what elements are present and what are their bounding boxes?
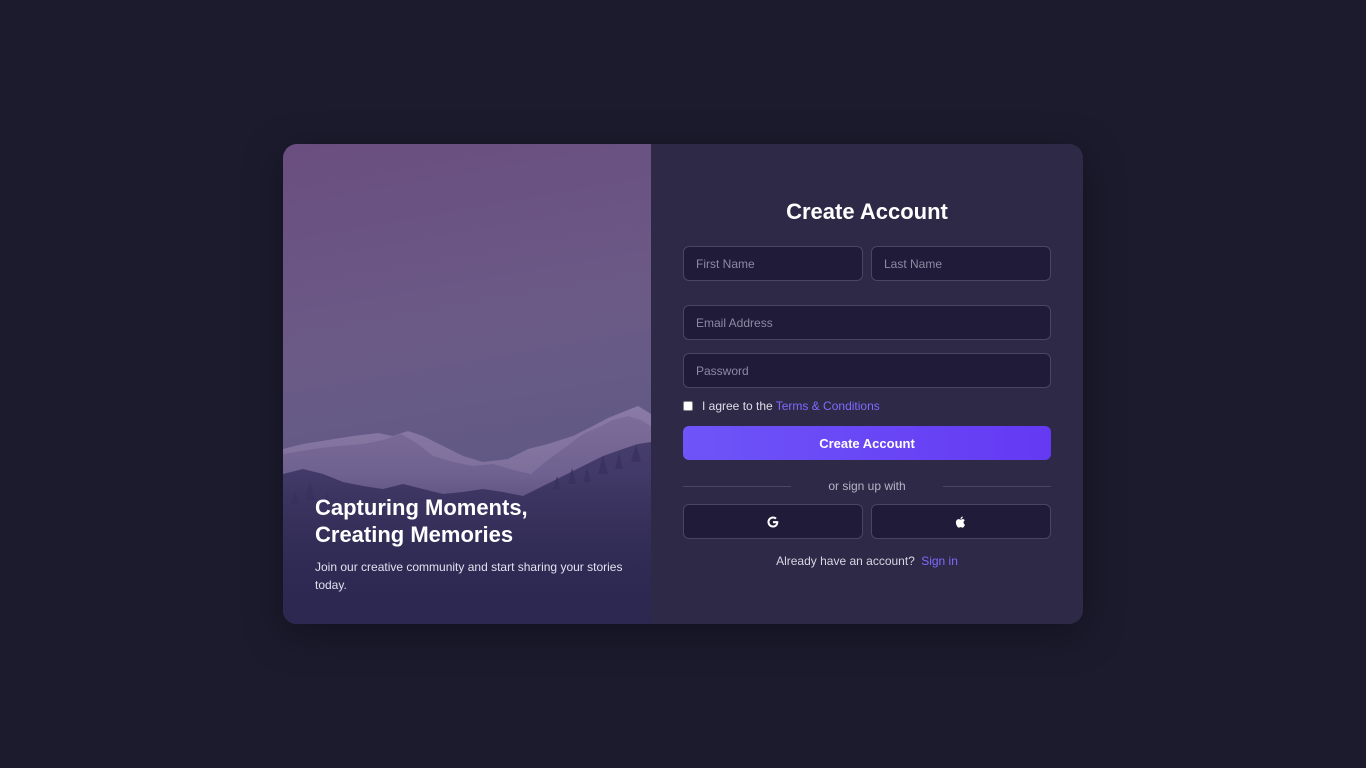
terms-row: I agree to the Terms & Conditions [683, 399, 1051, 413]
name-row [683, 246, 1051, 281]
email-input[interactable] [683, 305, 1051, 340]
hero-subtitle: Join our creative community and start sh… [315, 560, 623, 592]
password-input[interactable] [683, 353, 1051, 388]
hero-text: Capturing Moments, Creating Memories Joi… [315, 494, 625, 594]
signup-card: Capturing Moments, Creating Memories Joi… [283, 144, 1083, 624]
create-account-button[interactable]: Create Account [683, 426, 1051, 460]
signin-link[interactable]: Sign in [921, 554, 958, 568]
divider-line-right [942, 485, 1051, 487]
google-signup-button[interactable] [683, 504, 863, 539]
signin-prompt: Already have an account? [776, 554, 915, 568]
form-panel: Create Account I agree to the Terms & Co… [651, 144, 1083, 624]
apple-icon [955, 515, 965, 528]
hero-panel: Capturing Moments, Creating Memories Joi… [283, 144, 651, 624]
terms-label: I agree to the [702, 399, 773, 413]
signup-form: Create Account I agree to the Terms & Co… [683, 198, 1051, 568]
divider-text: or sign up with [828, 479, 906, 493]
social-buttons [683, 504, 1051, 539]
divider: or sign up with [683, 479, 1051, 493]
terms-checkbox[interactable] [683, 401, 693, 411]
google-icon [767, 515, 779, 528]
signin-row: Already have an account? Sign in [683, 554, 1051, 568]
apple-signup-button[interactable] [871, 504, 1051, 539]
divider-line-left [683, 485, 792, 487]
first-name-input[interactable] [683, 246, 863, 281]
hero-title: Capturing Moments, Creating Memories [315, 495, 528, 547]
last-name-input[interactable] [871, 246, 1051, 281]
terms-link[interactable]: Terms & Conditions [776, 399, 880, 413]
form-title: Create Account [786, 199, 948, 224]
